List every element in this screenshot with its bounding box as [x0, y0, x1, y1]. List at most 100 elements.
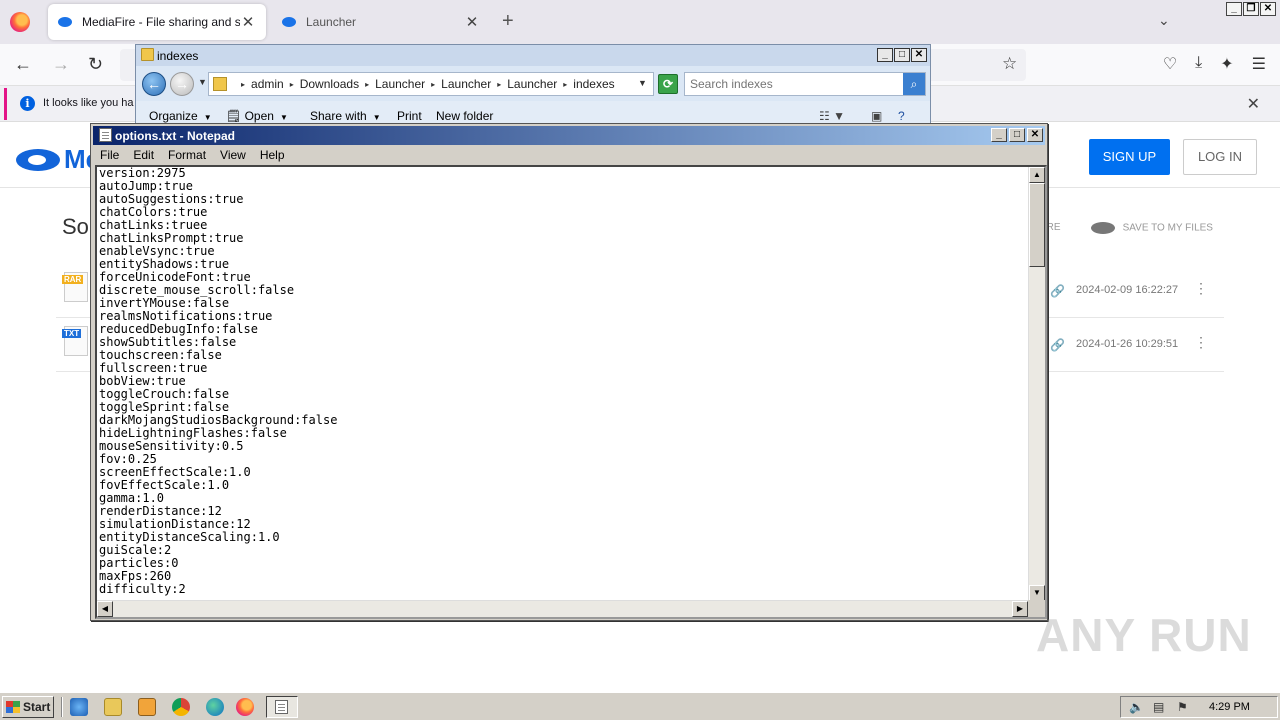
menu-format[interactable]: Format [161, 148, 213, 162]
explorer-title-bar[interactable]: indexes _ □ ✕ [136, 45, 930, 66]
text-line: version:2975 [99, 167, 186, 180]
browser-tab-bar: MediaFire - File sharing and storage mad… [0, 0, 1280, 44]
back-arrow-icon[interactable]: ← [142, 72, 166, 96]
tab-launcher[interactable]: Launcher ✕ [272, 4, 490, 40]
mediafire-logo[interactable]: Me [16, 144, 100, 175]
menu-file[interactable]: File [93, 148, 126, 162]
new-tab-icon[interactable]: + [502, 10, 514, 33]
restore-icon[interactable]: ❐ [1243, 2, 1259, 16]
network-icon[interactable]: ▤ [1153, 700, 1164, 714]
extensions-icon[interactable]: ✦ [1220, 54, 1233, 74]
view-options-icon[interactable]: ☷ ▼ [819, 109, 845, 123]
notepad-title-bar[interactable]: options.txt - Notepad _ □ ✕ [93, 126, 1045, 145]
preview-pane-icon[interactable]: ▣ [871, 109, 882, 123]
edge-icon[interactable] [206, 698, 224, 716]
kebab-menu-icon[interactable]: ⋮ [1194, 334, 1208, 351]
bookmark-star-icon[interactable]: ☆ [1002, 54, 1017, 74]
notepad-content[interactable]: version:2975 autoJump:true autoSuggestions… [99, 167, 1027, 601]
minimize-icon[interactable]: _ [877, 48, 893, 62]
clock[interactable]: 4:29 PM [1209, 701, 1250, 713]
chevron-down-icon[interactable]: ⌄ [1158, 12, 1170, 29]
chevron-right-icon[interactable]: ▸ [431, 80, 435, 89]
print-button[interactable]: Print [397, 109, 422, 123]
firefox-logo-icon[interactable] [10, 12, 30, 32]
new-folder-button[interactable]: New folder [436, 109, 493, 123]
scroll-thumb[interactable] [1029, 183, 1045, 267]
close-icon[interactable]: ✕ [1247, 94, 1260, 114]
search-input[interactable] [685, 73, 903, 95]
download-icon[interactable]: ⤓ [1195, 54, 1202, 74]
text-line: gamma:1.0 [99, 491, 165, 505]
refresh-icon[interactable]: ⟳ [658, 74, 678, 94]
menu-help[interactable]: Help [253, 148, 292, 162]
pocket-icon[interactable]: ♡ [1163, 54, 1177, 74]
folder-icon [141, 48, 154, 61]
minimize-icon[interactable]: _ [991, 128, 1007, 142]
file-explorer-icon[interactable] [104, 698, 122, 716]
chevron-right-icon[interactable]: ▸ [497, 80, 501, 89]
chevron-right-icon[interactable]: ▸ [290, 80, 294, 89]
kebab-menu-icon[interactable]: ⋮ [1194, 280, 1208, 297]
breadcrumb-item[interactable]: indexes [573, 77, 614, 91]
firefox-icon[interactable] [236, 698, 254, 716]
media-player-icon[interactable] [138, 698, 156, 716]
organize-button[interactable]: Organize ▼ [149, 109, 212, 123]
close-icon[interactable]: ✕ [911, 48, 927, 62]
chevron-down-icon[interactable]: ▼ [198, 77, 207, 87]
breadcrumb-item[interactable]: Launcher [375, 77, 425, 91]
chevron-right-icon[interactable]: ▸ [241, 80, 245, 89]
tab-title: Launcher [306, 15, 357, 29]
maximize-icon[interactable]: □ [1009, 128, 1025, 142]
menu-view[interactable]: View [213, 148, 253, 162]
address-bar[interactable]: ▸ admin ▸ Downloads ▸ Launcher ▸ Launche… [208, 72, 654, 96]
text-line: screenEffectScale:1.0 [99, 465, 251, 479]
text-line: toggleCrouch:false [99, 387, 230, 401]
internet-explorer-icon[interactable] [70, 698, 88, 716]
explorer-address-row: ← → ▼ ▸ admin ▸ Downloads ▸ Launcher ▸ L… [136, 67, 930, 99]
link-icon[interactable]: 🔗 [1050, 284, 1065, 298]
scroll-up-icon[interactable]: ▲ [1029, 167, 1045, 183]
search-icon[interactable]: ⌕ [903, 73, 925, 95]
save-to-my-files-button[interactable]: SAVE TO MY FILES [1090, 222, 1213, 234]
menu-icon[interactable]: ☰ [1252, 54, 1266, 74]
close-icon[interactable]: ✕ [240, 13, 256, 31]
scroll-down-icon[interactable]: ▼ [1029, 585, 1045, 601]
breadcrumb-item[interactable]: admin [251, 77, 284, 91]
scroll-right-icon[interactable]: ▶ [1012, 601, 1028, 617]
open-button[interactable]: 🗒 Open ▼ [226, 109, 288, 123]
forward-arrow-icon[interactable]: → [52, 54, 70, 75]
notepad-text-area[interactable]: version:2975 autoJump:true autoSuggestions… [95, 165, 1047, 619]
open-label: Open [244, 109, 274, 123]
window-controls: _ □ ✕ [877, 48, 927, 62]
scroll-left-icon[interactable]: ◀ [97, 601, 113, 617]
reload-icon[interactable]: ↻ [88, 54, 103, 75]
log-in-button[interactable]: LOG IN [1183, 139, 1257, 175]
horizontal-scrollbar[interactable]: ◀ ▶ [97, 600, 1028, 617]
forward-arrow-icon[interactable]: → [170, 72, 194, 96]
close-icon[interactable]: ✕ [464, 13, 480, 31]
sign-up-button[interactable]: SIGN UP [1089, 139, 1170, 175]
help-icon[interactable]: ? [898, 109, 905, 123]
back-arrow-icon[interactable]: ← [14, 54, 32, 75]
menu-edit[interactable]: Edit [126, 148, 161, 162]
volume-icon[interactable]: 🔈 [1129, 700, 1144, 714]
breadcrumb-item[interactable]: Launcher [507, 77, 557, 91]
breadcrumb-item[interactable]: Downloads [300, 77, 359, 91]
tab-mediafire[interactable]: MediaFire - File sharing and storage mad… [48, 4, 266, 40]
chevron-right-icon[interactable]: ▸ [563, 80, 567, 89]
chrome-icon[interactable] [172, 698, 190, 716]
chevron-right-icon[interactable]: ▸ [365, 80, 369, 89]
taskbar-notepad-button[interactable] [266, 696, 298, 718]
text-line: particles:0 [99, 556, 179, 570]
flag-icon[interactable]: ⚑ [1177, 700, 1188, 714]
vertical-scrollbar[interactable]: ▲ ▼ [1028, 167, 1045, 601]
close-icon[interactable]: ✕ [1027, 128, 1043, 142]
link-icon[interactable]: 🔗 [1050, 338, 1065, 352]
close-icon[interactable]: ✕ [1260, 2, 1276, 16]
share-with-button[interactable]: Share with ▼ [310, 109, 381, 123]
chevron-down-icon[interactable]: ▼ [638, 78, 647, 88]
minimize-icon[interactable]: _ [1226, 2, 1242, 16]
maximize-icon[interactable]: □ [894, 48, 910, 62]
start-button[interactable]: Start [2, 696, 54, 718]
breadcrumb-item[interactable]: Launcher [441, 77, 491, 91]
